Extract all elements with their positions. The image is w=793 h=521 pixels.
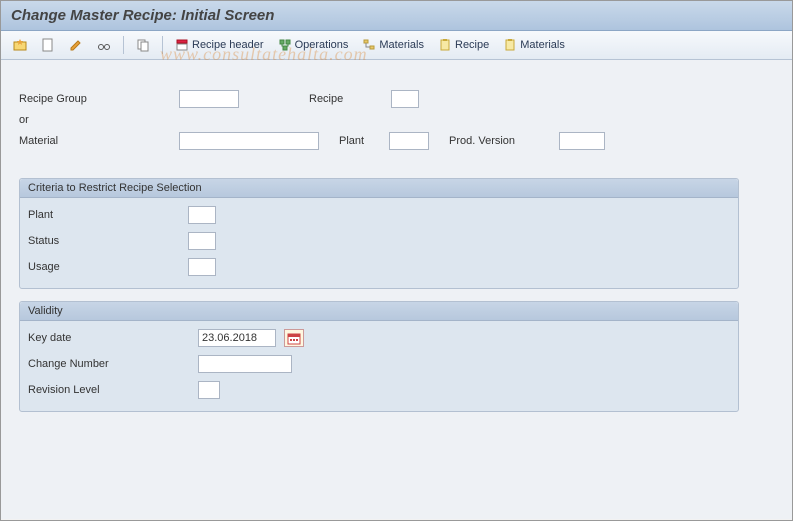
groupbox-validity-title: Validity <box>20 302 738 321</box>
row-criteria-usage: Usage <box>20 256 738 278</box>
materials-tree-icon <box>362 38 376 52</box>
toolbar: Recipe header Operations Materials Recip… <box>1 31 792 60</box>
groupbox-criteria: Criteria to Restrict Recipe Selection Pl… <box>19 178 739 289</box>
label-key-date: Key date <box>28 332 198 344</box>
label-criteria-status: Status <box>28 235 188 247</box>
row-criteria-status: Status <box>20 230 738 252</box>
toolbar-btn-materials-1[interactable]: Materials <box>356 35 430 55</box>
label-criteria-plant: Plant <box>28 209 188 221</box>
label-criteria-usage: Usage <box>28 261 188 273</box>
label-or: or <box>19 114 179 126</box>
toolbar-btn-recipe[interactable]: Recipe <box>432 35 495 55</box>
toolbar-btn-generic-1[interactable] <box>7 35 33 55</box>
groupbox-criteria-title: Criteria to Restrict Recipe Selection <box>20 179 738 198</box>
clipboard-icon <box>438 38 452 52</box>
toolbar-separator <box>123 36 124 54</box>
label-material: Material <box>19 135 179 147</box>
toolbar-label: Materials <box>379 39 424 51</box>
toolbar-separator <box>162 36 163 54</box>
title-bar: Change Master Recipe: Initial Screen <box>1 1 792 31</box>
input-material[interactable] <box>179 132 319 150</box>
input-criteria-usage[interactable] <box>188 258 216 276</box>
input-criteria-status[interactable] <box>188 232 216 250</box>
input-plant-top[interactable] <box>389 132 429 150</box>
label-prod-version: Prod. Version <box>449 135 559 147</box>
toolbar-label: Recipe <box>455 39 489 51</box>
calendar-icon <box>287 331 301 345</box>
toolbar-label: Operations <box>295 39 349 51</box>
toolbar-btn-glasses[interactable] <box>91 35 117 55</box>
input-prod-version[interactable] <box>559 132 605 150</box>
copy-icon <box>136 38 150 52</box>
label-revision-level: Revision Level <box>28 384 198 396</box>
pencil-icon <box>69 38 83 52</box>
row-material: Material Plant Prod. Version <box>19 132 774 150</box>
toolbar-label: Recipe header <box>192 39 264 51</box>
toolbar-btn-new[interactable] <box>35 35 61 55</box>
operations-icon <box>278 38 292 52</box>
input-key-date[interactable] <box>198 329 276 347</box>
input-recipe-group[interactable] <box>179 90 239 108</box>
folder-star-icon <box>13 38 27 52</box>
row-key-date: Key date <box>20 327 738 349</box>
button-date-picker[interactable] <box>284 329 304 347</box>
toolbar-btn-operations[interactable]: Operations <box>272 35 355 55</box>
input-recipe[interactable] <box>391 90 419 108</box>
toolbar-btn-materials-2[interactable]: Materials <box>497 35 571 55</box>
label-plant-top: Plant <box>339 135 389 147</box>
row-or: or <box>19 114 774 126</box>
row-revision-level: Revision Level <box>20 379 738 401</box>
input-change-number[interactable] <box>198 355 292 373</box>
page-title: Change Master Recipe: Initial Screen <box>11 7 782 24</box>
input-criteria-plant[interactable] <box>188 206 216 224</box>
label-recipe: Recipe <box>309 93 391 105</box>
page-icon <box>41 38 55 52</box>
row-recipe-group: Recipe Group Recipe <box>19 90 774 108</box>
toolbar-btn-copy[interactable] <box>130 35 156 55</box>
label-recipe-group: Recipe Group <box>19 93 179 105</box>
toolbar-label: Materials <box>520 39 565 51</box>
row-criteria-plant: Plant <box>20 204 738 226</box>
glasses-icon <box>97 38 111 52</box>
content-area: Recipe Group Recipe or Material Plant Pr… <box>1 60 792 519</box>
row-change-number: Change Number <box>20 353 738 375</box>
input-revision-level[interactable] <box>198 381 220 399</box>
recipe-header-icon <box>175 38 189 52</box>
toolbar-btn-recipe-header[interactable]: Recipe header <box>169 35 270 55</box>
toolbar-btn-edit[interactable] <box>63 35 89 55</box>
clipboard-icon <box>503 38 517 52</box>
label-change-number: Change Number <box>28 358 198 370</box>
groupbox-validity: Validity Key date Change Number Revision… <box>19 301 739 412</box>
